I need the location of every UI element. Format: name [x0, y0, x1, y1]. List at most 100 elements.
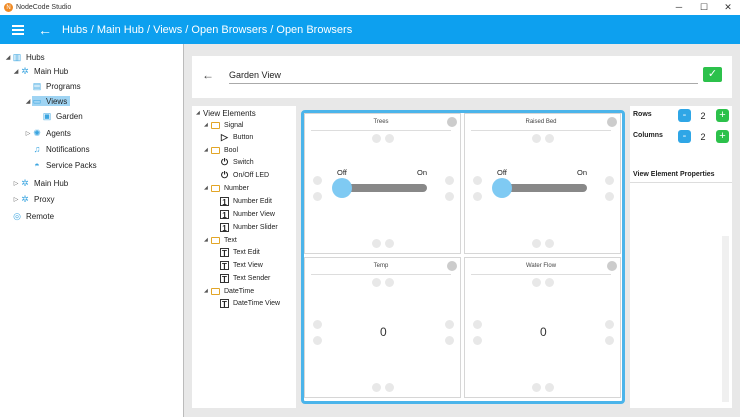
tree-item-main-hub-2[interactable]: ▷ ✲ Main Hub [12, 176, 69, 190]
hubs-icon: ▥ [12, 51, 22, 62]
tree-item-garden[interactable]: ▣ Garden [34, 109, 83, 123]
folder-icon [211, 236, 220, 244]
window-titlebar: N NodeCode Studio ─ ☐ ✕ [0, 0, 740, 15]
columns-value: 2 [700, 132, 706, 142]
expand-arrow-icon[interactable]: ◢ [24, 98, 32, 105]
switch-off-label: Off [497, 168, 507, 177]
tree-item-number-edit[interactable]: 1 Number Edit [220, 195, 272, 207]
collapse-arrow-icon[interactable]: ▷ [24, 130, 32, 137]
columns-label: Columns [633, 132, 663, 139]
tree-item-button[interactable]: ▷ Button [220, 131, 253, 143]
tree-item-main-hub[interactable]: ◢ ✲ Main Hub [12, 64, 69, 78]
views-icon: ▭ [32, 95, 42, 106]
text-icon: T [220, 273, 229, 284]
tree-item-agents[interactable]: ▷ ✺ Agents [24, 126, 71, 140]
properties-panel: Rows - 2 + Columns - 2 + View Element Pr… [630, 106, 732, 408]
tree-item-hubs[interactable]: ◢ ▥ Hubs [4, 50, 45, 64]
power-icon: ⏻ [220, 156, 229, 167]
bell-icon: ♫ [33, 143, 41, 154]
cell-remove-icon[interactable] [607, 117, 617, 127]
tree-item-number-slider[interactable]: 1 Number Slider [220, 221, 278, 233]
tree-item-proxy[interactable]: ▷ ✲ Proxy [12, 192, 55, 206]
back-arrow-icon[interactable]: ← [202, 68, 214, 82]
properties-divider [630, 182, 732, 183]
view-cell-trees[interactable]: Trees Off On [304, 113, 461, 254]
hamburger-menu-icon[interactable] [12, 24, 24, 35]
expand-arrow-icon[interactable]: ◢ [204, 288, 211, 294]
power-icon: ⏻ [220, 169, 229, 180]
expand-arrow-icon[interactable]: ◢ [204, 147, 211, 153]
folder-icon [211, 184, 220, 192]
maximize-button[interactable]: ☐ [692, 0, 716, 15]
tree-item-service-packs[interactable]: ◓ Service Packs [24, 158, 96, 172]
properties-scrollbar[interactable] [722, 236, 729, 402]
columns-decrement-button[interactable]: - [678, 130, 691, 143]
cell-remove-icon[interactable] [447, 261, 457, 271]
tree-item-number-view[interactable]: 1 Number View [220, 208, 275, 220]
switch-on-label: On [417, 168, 428, 177]
tree-item-switch[interactable]: ⏻ Switch [220, 156, 254, 168]
rows-increment-button[interactable]: + [716, 109, 729, 122]
cell-title: Water Flow [471, 263, 611, 275]
view-name-bar: ← Garden View ✓ [192, 56, 732, 98]
cell-remove-icon[interactable] [447, 117, 457, 127]
view-cell-raised-bed[interactable]: Raised Bed Off On [464, 113, 621, 254]
proxy-icon: ✲ [21, 193, 29, 204]
breadcrumb: Hubs / Main Hub / Views / Open Browsers … [62, 23, 353, 36]
tree-item-text-edit[interactable]: T Text Edit [220, 246, 260, 258]
expand-arrow-icon[interactable]: ◢ [12, 68, 20, 75]
view-elements-panel: ◢ View Elements ◢ Signal ▷ Button ◢ Bool… [192, 106, 296, 408]
close-button[interactable]: ✕ [716, 0, 740, 15]
back-arrow-icon[interactable]: ← [38, 23, 52, 37]
cell-title: Raised Bed [471, 119, 611, 131]
tree-item-text-sender[interactable]: T Text Sender [220, 272, 270, 284]
tree-item-bool[interactable]: ◢ Bool [204, 144, 238, 156]
tree-item-onoff-led[interactable]: ⏻ On/Off LED [220, 169, 269, 181]
rows-value: 2 [700, 111, 706, 121]
tree-item-notifications[interactable]: ♫ Notifications [24, 142, 90, 156]
collapse-arrow-icon[interactable]: ▷ [12, 196, 20, 203]
text-icon: T [220, 298, 229, 309]
view-cell-temp[interactable]: Temp 0 [304, 257, 461, 398]
tree-item-datetime[interactable]: ◢ DateTime [204, 285, 254, 297]
tree-item-view-elements[interactable]: ◢ View Elements [196, 107, 256, 119]
view-cell-water-flow[interactable]: Water Flow 0 [464, 257, 621, 398]
expand-arrow-icon[interactable]: ◢ [204, 122, 211, 128]
expand-arrow-icon[interactable]: ◢ [204, 185, 211, 191]
collapse-arrow-icon[interactable]: ▷ [12, 180, 20, 187]
expand-arrow-icon[interactable]: ◢ [204, 237, 211, 243]
main-area: ← Garden View ✓ ◢ View Elements ◢ Signal… [184, 44, 740, 417]
number-icon: 1 [220, 196, 229, 207]
expand-arrow-icon[interactable]: ◢ [196, 110, 203, 116]
minimize-button[interactable]: ─ [667, 0, 691, 15]
switch-thumb[interactable] [492, 178, 512, 198]
app-header: ← Hubs / Main Hub / Views / Open Browser… [0, 15, 740, 44]
cell-remove-icon[interactable] [607, 261, 617, 271]
switch-on-label: On [577, 168, 588, 177]
expand-arrow-icon[interactable]: ◢ [4, 54, 12, 61]
tree-item-signal[interactable]: ◢ Signal [204, 119, 243, 131]
folder-icon [211, 287, 220, 295]
view-design-canvas[interactable]: Trees Off On Raised Bed Off On Temp 0 Wa… [301, 110, 625, 404]
columns-increment-button[interactable]: + [716, 130, 729, 143]
save-checkmark-button[interactable]: ✓ [703, 67, 722, 82]
rows-decrement-button[interactable]: - [678, 109, 691, 122]
switch-thumb[interactable] [332, 178, 352, 198]
tree-item-remote[interactable]: ◎ Remote [4, 209, 54, 223]
number-icon: 1 [220, 222, 229, 233]
text-icon: T [220, 260, 229, 271]
tree-item-programs[interactable]: ▤ Programs [24, 79, 81, 93]
tree-item-number[interactable]: ◢ Number [204, 182, 249, 194]
programs-icon: ▤ [32, 80, 42, 91]
tree-item-text[interactable]: ◢ Text [204, 234, 237, 246]
switch-off-label: Off [337, 168, 347, 177]
view-name-input[interactable]: Garden View [229, 66, 698, 84]
folder-icon [211, 121, 220, 129]
tree-item-datetime-view[interactable]: T DateTime View [220, 297, 280, 309]
folder-icon [211, 146, 220, 154]
tree-item-views[interactable]: ◢ ▭ Views [24, 94, 71, 108]
remote-icon: ◎ [13, 210, 21, 221]
agents-icon: ✺ [33, 127, 41, 138]
view-icon: ▣ [42, 110, 52, 121]
tree-item-text-view[interactable]: T Text View [220, 259, 263, 271]
